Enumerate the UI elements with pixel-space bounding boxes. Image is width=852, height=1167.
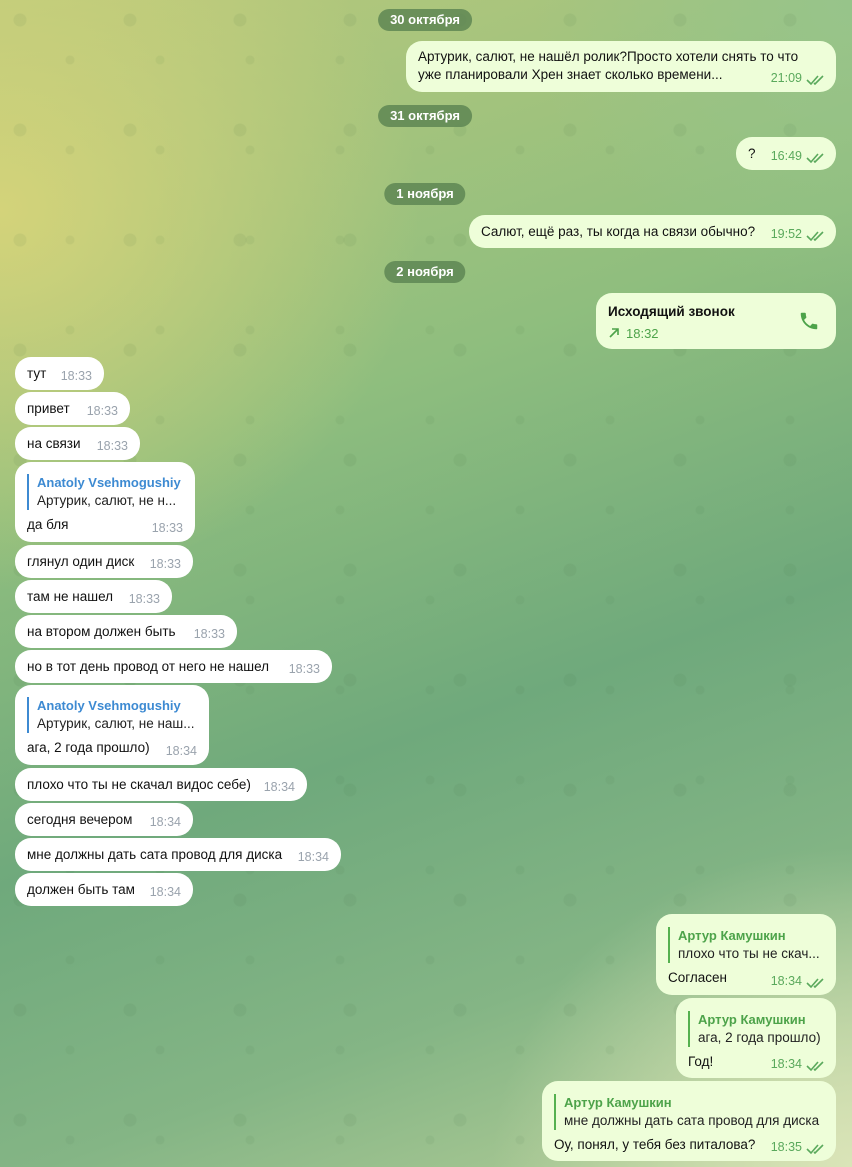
phone-icon[interactable] <box>798 310 820 332</box>
incoming-message[interactable]: привет 18:33 <box>15 392 130 425</box>
incoming-message[interactable]: на связи 18:33 <box>15 427 140 460</box>
call-title: Исходящий звонок <box>608 304 735 319</box>
reply-author: Артур Камушкин <box>564 1095 672 1110</box>
message-text: ? <box>748 146 756 161</box>
reply-text: ага, 2 года прошло) <box>698 1030 821 1045</box>
message-text: Согласен <box>668 970 727 985</box>
incoming-message[interactable]: там не нашел 18:33 <box>15 580 172 613</box>
reply-quote[interactable]: Anatoly Vsehmogushiy Артурик, салют, не … <box>27 474 183 510</box>
message-time: 18:33 <box>151 521 183 535</box>
message-time: 18:34 <box>297 850 329 864</box>
call-time: 18:32 <box>626 326 659 341</box>
reply-author: Артур Камушкин <box>698 1012 806 1027</box>
message-text: но в тот день провод от него не нашел <box>27 659 270 674</box>
double-check-icon <box>806 1144 824 1155</box>
reply-quote[interactable]: Артур Камушкин ага, 2 года прошло) <box>688 1011 824 1047</box>
outgoing-message[interactable]: Салют, ещё раз, ты когда на связи обычно… <box>469 215 836 248</box>
incoming-message[interactable]: сегодня вечером 18:34 <box>15 803 193 836</box>
message-time: 18:35 <box>770 1140 802 1154</box>
incoming-reply-message[interactable]: Anatoly Vsehmogushiy Артурик, салют, не … <box>15 462 195 542</box>
message-time: 16:49 <box>770 149 802 163</box>
reply-author: Anatoly Vsehmogushiy <box>37 698 181 713</box>
message-text: тут <box>27 366 47 381</box>
incoming-message[interactable]: плохо что ты не скачал видос себе) 18:34 <box>15 768 307 801</box>
incoming-reply-message[interactable]: Anatoly Vsehmogushiy Артурик, салют, не … <box>15 685 209 765</box>
message-text: там не нашел <box>27 589 114 604</box>
date-separator: 1 ноября <box>384 183 466 205</box>
reply-text: мне должны дать сата провод для диска <box>564 1113 820 1128</box>
reply-text: Артурик, салют, не н... <box>37 493 177 508</box>
outgoing-reply-message[interactable]: Артур Камушкин ага, 2 года прошло) Год! … <box>676 998 836 1078</box>
incoming-message[interactable]: но в тот день провод от него не нашел 18… <box>15 650 332 683</box>
message-time: 18:33 <box>86 404 118 418</box>
double-check-icon <box>806 1061 824 1072</box>
reply-quote[interactable]: Anatoly Vsehmogushiy Артурик, салют, не … <box>27 697 197 733</box>
message-text: на связи <box>27 436 81 451</box>
message-text: плохо что ты не скачал видос себе) <box>27 777 251 792</box>
message-time: 18:34 <box>263 780 295 794</box>
message-time: 18:33 <box>193 627 225 641</box>
message-time: 18:33 <box>60 369 92 383</box>
date-separator: 2 ноября <box>384 261 466 283</box>
double-check-icon <box>806 231 824 242</box>
message-text: Оу, понял, у тебя без питалова? <box>554 1137 756 1152</box>
message-text: привет <box>27 401 70 416</box>
message-text: ага, 2 года прошло) <box>27 740 150 755</box>
incoming-message[interactable]: мне должны дать сата провод для диска 18… <box>15 838 341 871</box>
outgoing-reply-message[interactable]: Артур Камушкин плохо что ты не скач... С… <box>656 914 836 995</box>
message-text: Салют, ещё раз, ты когда на связи обычно… <box>481 224 756 239</box>
reply-author: Артур Камушкин <box>678 928 786 943</box>
outgoing-arrow-icon <box>609 328 619 338</box>
message-text: должен быть там <box>27 882 135 897</box>
message-time: 18:34 <box>165 744 197 758</box>
message-time: 18:33 <box>128 592 160 606</box>
reply-quote[interactable]: Артур Камушкин мне должны дать сата пров… <box>554 1094 824 1130</box>
message-text: на втором должен быть <box>27 624 176 639</box>
message-time: 18:33 <box>288 662 320 676</box>
message-time: 18:34 <box>149 815 181 829</box>
message-text: глянул один диск <box>27 554 135 569</box>
double-check-icon <box>806 75 824 86</box>
incoming-message[interactable]: тут 18:33 <box>15 357 104 390</box>
message-time: 18:33 <box>96 439 128 453</box>
reply-quote[interactable]: Артур Камушкин плохо что ты не скач... <box>668 927 824 963</box>
message-text: да бля <box>27 517 69 532</box>
message-time: 19:52 <box>770 227 802 241</box>
message-text: уже планировали Хрен знает сколько време… <box>418 67 723 82</box>
outgoing-call-message[interactable]: Исходящий звонок 18:32 <box>596 293 836 349</box>
outgoing-message[interactable]: Артурик, салют, не нашёл ролик?Просто хо… <box>406 41 836 92</box>
incoming-message[interactable]: глянул один диск 18:33 <box>15 545 193 578</box>
message-time: 18:34 <box>770 1057 802 1071</box>
reply-text: плохо что ты не скач... <box>678 946 820 961</box>
message-text: сегодня вечером <box>27 812 133 827</box>
call-status: 18:32 <box>608 325 824 343</box>
outgoing-message[interactable]: ? 16:49 <box>736 137 836 170</box>
outgoing-reply-message[interactable]: Артур Камушкин мне должны дать сата пров… <box>542 1081 836 1161</box>
message-time: 18:33 <box>149 557 181 571</box>
reply-text: Артурик, салют, не наш... <box>37 716 195 731</box>
double-check-icon <box>806 153 824 164</box>
double-check-icon <box>806 978 824 989</box>
message-time: 21:09 <box>770 71 802 85</box>
message-time: 18:34 <box>770 974 802 988</box>
incoming-message[interactable]: должен быть там 18:34 <box>15 873 193 906</box>
reply-author: Anatoly Vsehmogushiy <box>37 475 181 490</box>
message-text: Артурик, салют, не нашёл ролик?Просто хо… <box>418 49 799 64</box>
date-separator: 31 октября <box>378 105 472 127</box>
incoming-message[interactable]: на втором должен быть 18:33 <box>15 615 237 648</box>
message-text: мне должны дать сата провод для диска <box>27 847 283 862</box>
message-time: 18:34 <box>149 885 181 899</box>
message-text: Год! <box>688 1054 714 1069</box>
date-separator: 30 октября <box>378 9 472 31</box>
